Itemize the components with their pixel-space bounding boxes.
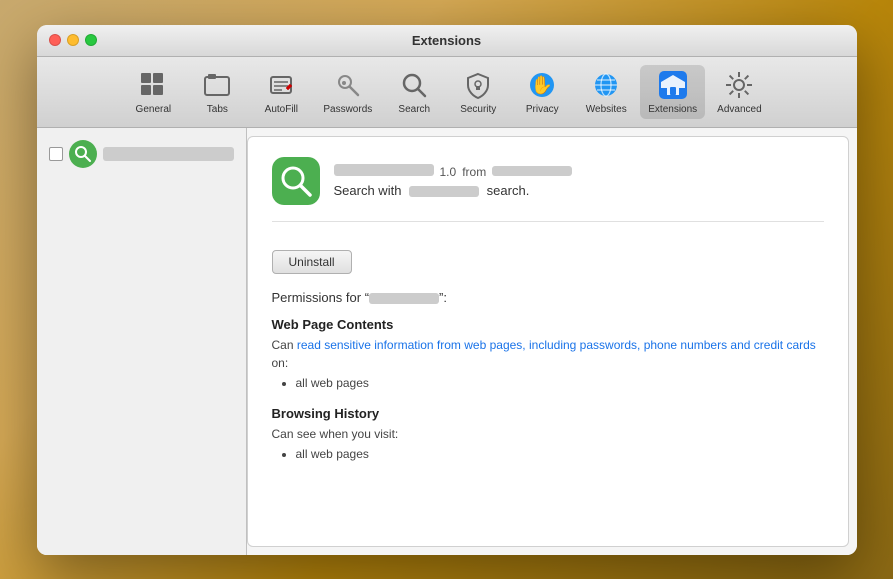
autofill-label: AutoFill	[265, 104, 298, 115]
extensions-icon	[657, 69, 689, 101]
web-page-contents-group: Web Page Contents Can read sensitive inf…	[272, 317, 824, 390]
passwords-label: Passwords	[323, 104, 372, 115]
maximize-button[interactable]	[85, 34, 97, 46]
web-page-contents-title: Web Page Contents	[272, 317, 824, 332]
toolbar-item-extensions[interactable]: Extensions	[640, 65, 705, 119]
sidebar-extension-name	[103, 147, 234, 161]
main-content: 1.0 from Search with search. Uninstall	[37, 128, 857, 555]
desc-prefix: Can	[272, 338, 297, 352]
toolbar-item-search[interactable]: Search	[384, 65, 444, 119]
toolbar-item-websites[interactable]: Websites	[576, 65, 636, 119]
permissions-section: Permissions for “ ”: Web Page Contents Ca…	[272, 290, 824, 477]
extension-header: 1.0 from Search with search.	[272, 157, 824, 222]
toolbar-item-passwords[interactable]: Passwords	[315, 65, 380, 119]
toolbar: General Tabs AutoFill	[37, 57, 857, 128]
search-label: Search	[398, 104, 430, 115]
minimize-button[interactable]	[67, 34, 79, 46]
title-bar: Extensions	[37, 25, 857, 57]
web-page-contents-desc: Can read sensitive information from web …	[272, 336, 824, 372]
extension-version: 1.0	[440, 165, 457, 179]
svg-text:✋: ✋	[531, 74, 553, 95]
permissions-prefix: Permissions for “	[272, 290, 370, 305]
browsing-history-title: Browsing History	[272, 406, 824, 421]
sidebar-extension-icon	[69, 140, 97, 168]
advanced-label: Advanced	[717, 104, 761, 115]
toolbar-item-autofill[interactable]: AutoFill	[251, 65, 311, 119]
search-suffix: search.	[487, 183, 530, 198]
extension-detail-panel: 1.0 from Search with search. Uninstall	[247, 136, 849, 547]
extension-description: Search with search.	[334, 183, 824, 198]
permissions-suffix: ”:	[439, 290, 447, 305]
browsing-history-group: Browsing History Can see when you visit:…	[272, 406, 824, 461]
web-page-contents-list: all web pages	[296, 376, 824, 390]
websites-icon	[590, 69, 622, 101]
toolbar-item-general[interactable]: General	[123, 65, 183, 119]
tabs-icon	[201, 69, 233, 101]
search-icon	[398, 69, 430, 101]
websites-label: Websites	[586, 104, 627, 115]
browsing-history-list-item: all web pages	[296, 447, 824, 461]
close-button[interactable]	[49, 34, 61, 46]
desc-highlight: read sensitive information from web page…	[297, 338, 816, 352]
toolbar-item-privacy[interactable]: ✋ Privacy	[512, 65, 572, 119]
general-label: General	[136, 104, 172, 115]
toolbar-item-security[interactable]: Security	[448, 65, 508, 119]
uninstall-button-container: Uninstall	[272, 238, 824, 274]
extension-source-bar	[492, 166, 572, 176]
extension-name-inline-bar	[409, 186, 479, 197]
extension-name-bar	[334, 164, 434, 176]
extensions-label: Extensions	[648, 104, 697, 115]
uninstall-button[interactable]: Uninstall	[272, 250, 352, 274]
autofill-icon	[265, 69, 297, 101]
web-page-contents-list-item: all web pages	[296, 376, 824, 390]
general-icon	[137, 69, 169, 101]
sidebar	[37, 128, 247, 555]
permissions-name-bar	[369, 293, 439, 304]
permissions-label: Permissions for “ ”:	[272, 290, 824, 305]
privacy-icon: ✋	[526, 69, 558, 101]
toolbar-item-advanced[interactable]: Advanced	[709, 65, 769, 119]
browsing-history-desc: Can see when you visit:	[272, 425, 824, 443]
security-label: Security	[460, 104, 496, 115]
desc-suffix: on:	[272, 356, 289, 370]
extension-from-text: from	[462, 165, 486, 179]
security-icon	[462, 69, 494, 101]
extension-info: 1.0 from Search with search.	[334, 164, 824, 198]
advanced-icon	[723, 69, 755, 101]
extension-name-row: 1.0 from	[334, 164, 824, 179]
safari-preferences-window: Extensions General Tabs	[37, 25, 857, 555]
sidebar-extension-row[interactable]	[45, 136, 238, 172]
search-with-text: Search with	[334, 183, 402, 198]
traffic-lights	[49, 34, 97, 46]
extension-checkbox[interactable]	[49, 147, 63, 161]
passwords-icon	[332, 69, 364, 101]
privacy-label: Privacy	[526, 104, 559, 115]
browsing-history-list: all web pages	[296, 447, 824, 461]
window-title: Extensions	[412, 33, 481, 48]
extension-app-icon	[272, 157, 320, 205]
tabs-label: Tabs	[207, 104, 228, 115]
toolbar-item-tabs[interactable]: Tabs	[187, 65, 247, 119]
